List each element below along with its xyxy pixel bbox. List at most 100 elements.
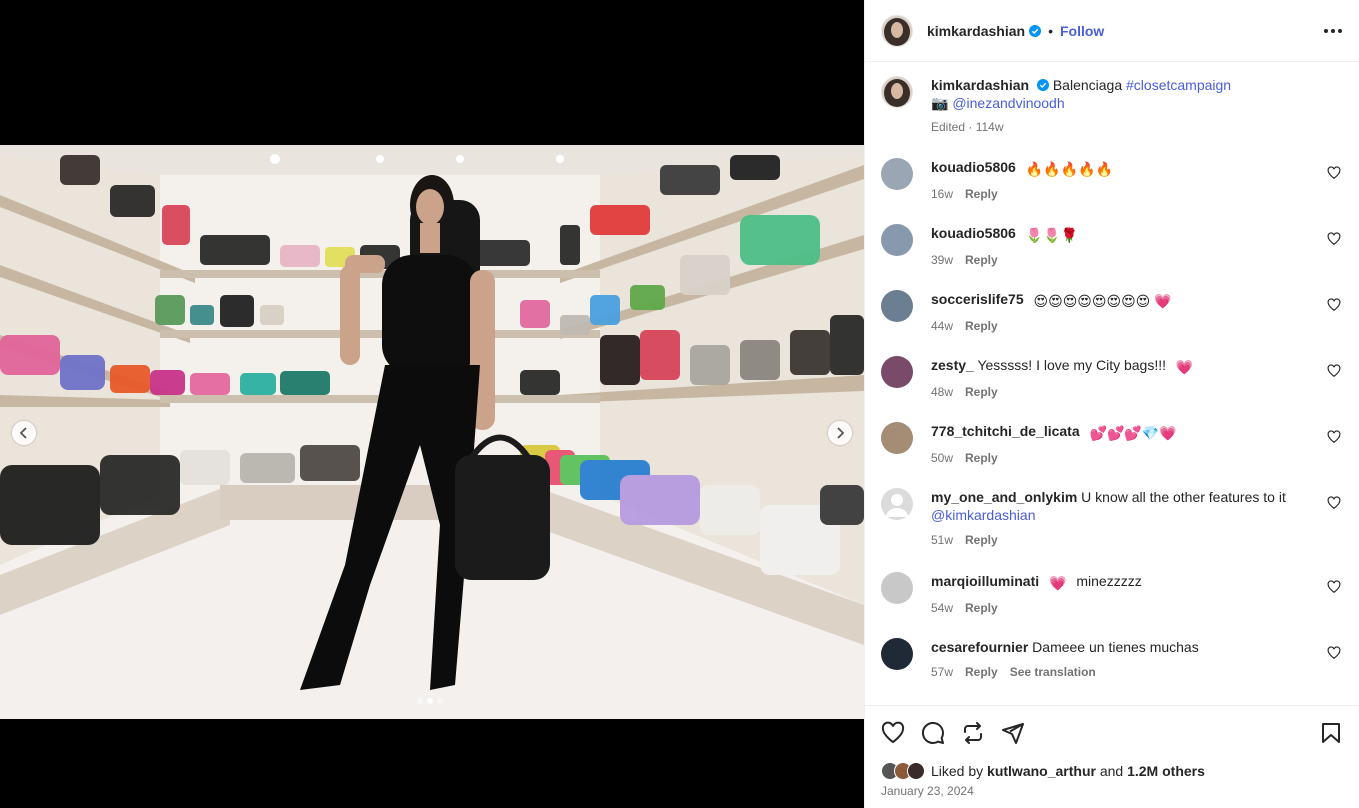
- comment-item: kouadio5806 🌷🌷🌹 39w Reply: [881, 224, 1341, 269]
- default-avatar-icon[interactable]: [881, 488, 913, 520]
- comment-item: my_one_and_onlykim U know all the other …: [881, 488, 1341, 549]
- comment-icon[interactable]: [921, 721, 945, 745]
- carousel-dot: [417, 698, 423, 704]
- comment-emoji: 🌷🌷🌹: [1025, 227, 1079, 243]
- comment-text: minezzzzz: [1076, 573, 1142, 589]
- comment-item: 778_tchitchi_de_licata 💕💕💕💎💗 50w Reply: [881, 422, 1341, 467]
- comment-username[interactable]: kouadio5806: [931, 225, 1016, 241]
- comment-username[interactable]: kouadio5806: [931, 159, 1016, 175]
- comment-item: cesarefournier Dameee un tienes muchas 5…: [881, 638, 1341, 681]
- comment-username[interactable]: zesty_: [931, 357, 974, 373]
- comment-item: soccerislife75 😍😍😍😍😍😍😍😍 💗 44w Reply: [881, 290, 1341, 335]
- reply-button[interactable]: Reply: [965, 531, 998, 549]
- reply-button[interactable]: Reply: [965, 663, 998, 681]
- heart-icon[interactable]: [1327, 580, 1341, 594]
- camera-emoji: 📷: [931, 95, 949, 111]
- likes-summary: Liked by kutlwano_arthur and 1.2M others: [881, 762, 1205, 780]
- verified-badge-icon: [1036, 79, 1049, 91]
- comment-text: Yesssss! I love my City bags!!!: [977, 357, 1167, 373]
- verified-badge-icon: [1029, 24, 1042, 37]
- comment-emoji: 💕💕💕💎💗: [1089, 425, 1177, 441]
- carousel-indicator: [417, 698, 443, 704]
- comment-time: 39w: [931, 253, 954, 267]
- caption-username[interactable]: kimkardashian: [931, 77, 1029, 93]
- heart-icon[interactable]: [1327, 232, 1341, 246]
- comment-emoji: 🔥🔥🔥🔥🔥: [1025, 161, 1113, 177]
- closet-photo: [0, 145, 864, 719]
- comment-avatar[interactable]: [881, 572, 913, 604]
- reply-button[interactable]: Reply: [965, 449, 998, 467]
- action-icons: [881, 720, 1343, 746]
- follow-button[interactable]: Follow: [1060, 23, 1104, 39]
- comment-time: 57w: [931, 665, 954, 679]
- comment-time: 48w: [931, 385, 954, 399]
- heart-icon[interactable]: [1327, 646, 1341, 660]
- comment-username[interactable]: marqioilluminati: [931, 573, 1039, 589]
- heart-icon[interactable]: [1327, 298, 1341, 312]
- post-actions: Liked by kutlwano_arthur and 1.2M others…: [865, 705, 1359, 808]
- caption-hashtag[interactable]: #closetcampaign: [1126, 77, 1231, 93]
- comment-item: marqioilluminati 💗 minezzzzz 54w Reply: [881, 572, 1341, 617]
- comment-username[interactable]: cesarefournier: [931, 639, 1028, 655]
- caption-edited: Edited · 114w: [931, 120, 1004, 134]
- repost-icon[interactable]: [961, 721, 985, 745]
- comment-avatar[interactable]: [881, 290, 913, 322]
- comment-avatar[interactable]: [881, 158, 913, 190]
- carousel-next-button[interactable]: [828, 421, 852, 445]
- comment-item: zesty_ Yesssss! I love my City bags!!! 💗…: [881, 356, 1341, 401]
- comment-username[interactable]: my_one_and_onlykim: [931, 489, 1077, 505]
- comment-avatar[interactable]: [881, 224, 913, 256]
- comment-avatar[interactable]: [881, 422, 913, 454]
- comment-text: Dameee un tienes muchas: [1032, 639, 1199, 655]
- likes-and: and: [1099, 763, 1124, 779]
- author-name-row: kimkardashian • Follow: [927, 23, 1104, 39]
- reply-button[interactable]: Reply: [965, 251, 998, 269]
- comment-emoji: 😍😍😍😍😍😍😍😍 💗: [1033, 293, 1172, 309]
- bookmark-icon[interactable]: [1319, 721, 1343, 745]
- reply-button[interactable]: Reply: [965, 599, 998, 617]
- liked-by-user[interactable]: kutlwano_arthur: [987, 763, 1096, 779]
- heart-icon[interactable]: [881, 721, 905, 745]
- carousel-prev-button[interactable]: [12, 421, 36, 445]
- separator: •: [1048, 22, 1053, 39]
- caption-mention[interactable]: @inezandvinoodh: [952, 95, 1064, 111]
- see-translation-button[interactable]: See translation: [1010, 663, 1096, 681]
- carousel-dot: [437, 698, 443, 704]
- author-username[interactable]: kimkardashian: [927, 23, 1025, 39]
- comment-username[interactable]: 778_tchitchi_de_licata: [931, 423, 1080, 439]
- comment-mention[interactable]: @kimkardashian: [931, 507, 1035, 523]
- comment-time: 51w: [931, 533, 954, 547]
- comment-emoji: 💗: [1175, 359, 1194, 375]
- post-header: kimkardashian • Follow: [865, 0, 1359, 62]
- heart-icon[interactable]: [1327, 364, 1341, 378]
- comment-item: kouadio5806 🔥🔥🔥🔥🔥 16w Reply: [881, 158, 1341, 203]
- caption-body: kimkardashian Balenciaga #closetcampaign…: [931, 76, 1231, 136]
- reply-button[interactable]: Reply: [965, 383, 998, 401]
- post-image[interactable]: [0, 145, 864, 719]
- heart-icon[interactable]: [1327, 166, 1341, 180]
- reply-button[interactable]: Reply: [965, 317, 998, 335]
- comment-emoji: 💗: [1049, 575, 1067, 591]
- more-options-icon[interactable]: [1321, 22, 1345, 40]
- likes-prefix: Liked by: [931, 763, 984, 779]
- send-icon[interactable]: [1001, 721, 1025, 745]
- comment-time: 16w: [931, 187, 954, 201]
- comment-avatar[interactable]: [881, 356, 913, 388]
- reply-button[interactable]: Reply: [965, 185, 998, 203]
- post-date[interactable]: January 23, 2024: [881, 784, 974, 798]
- post-caption: kimkardashian Balenciaga #closetcampaign…: [881, 76, 1341, 136]
- caption-avatar[interactable]: [881, 76, 913, 108]
- comment-avatar[interactable]: [881, 638, 913, 670]
- carousel-dot-active: [427, 698, 433, 704]
- author-avatar[interactable]: [881, 14, 913, 47]
- comment-username[interactable]: soccerislife75: [931, 291, 1024, 307]
- heart-icon[interactable]: [1327, 430, 1341, 444]
- caption-text: Balenciaga: [1052, 77, 1123, 93]
- comment-time: 54w: [931, 601, 954, 615]
- heart-icon[interactable]: [1327, 496, 1341, 510]
- likes-count[interactable]: 1.2M others: [1127, 763, 1205, 779]
- comment-time: 44w: [931, 319, 954, 333]
- post-side-panel: kimkardashian • Follow kimkardashian Bal…: [864, 0, 1359, 808]
- comments-list[interactable]: kimkardashian Balenciaga #closetcampaign…: [865, 62, 1359, 704]
- liked-by-avatars[interactable]: [881, 762, 925, 780]
